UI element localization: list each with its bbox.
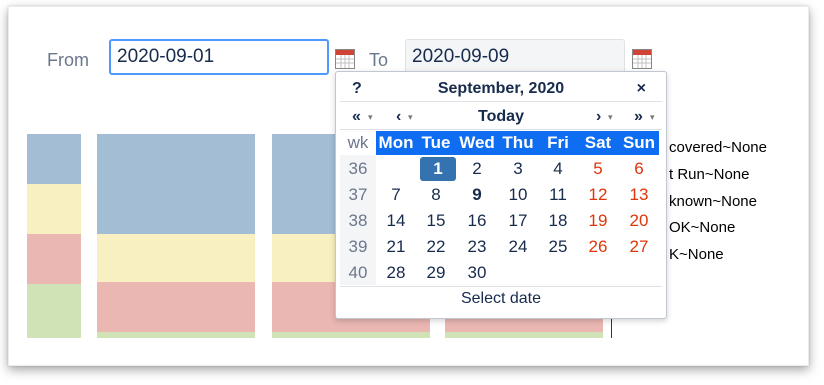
legend-item: known~None	[669, 193, 757, 210]
legend-item: t Run~None	[669, 166, 750, 183]
weekday-header: Tue	[421, 133, 451, 152]
legend-item: K~None	[669, 246, 724, 263]
calendar-popup: ? September, 2020 × « ▾ ‹ ▾ Today › ▾ » …	[335, 71, 667, 319]
day-cell-weekend[interactable]: 12	[578, 182, 618, 208]
day-cell[interactable]: 18	[538, 208, 578, 234]
day-cell-weekend[interactable]: 13	[619, 182, 659, 208]
calendar-nav-row: « ▾ ‹ ▾ Today › ▾ » ▾	[336, 106, 666, 128]
day-cell-highlighted[interactable]: 9	[457, 182, 497, 208]
day-cell[interactable]: 21	[376, 234, 416, 260]
weekday-header: Fri	[547, 133, 569, 152]
legend-item: OK~None	[669, 219, 736, 236]
day-cell[interactable]: 8	[416, 182, 456, 208]
day-cell-selected[interactable]: 1	[420, 157, 456, 181]
calendar-month-title: September, 2020	[437, 80, 565, 97]
bar-segment-blue	[27, 134, 81, 184]
to-label: To	[369, 50, 389, 70]
chart-bar	[27, 134, 81, 338]
bar-segment-green	[97, 332, 255, 338]
bar-segment-green	[272, 332, 430, 338]
calendar-icon[interactable]	[335, 49, 355, 69]
day-cell[interactable]: 28	[376, 260, 416, 286]
day-cell-weekend[interactable]: 19	[578, 208, 618, 234]
day-cell[interactable]: 30	[457, 260, 497, 286]
from-date-input[interactable]: 2020-09-01	[109, 39, 329, 75]
weekday-header: Sun	[622, 133, 656, 152]
day-cell-weekend[interactable]: 20	[619, 208, 659, 234]
legend-item: covered~None	[669, 139, 767, 156]
day-cell[interactable]: 3	[498, 156, 538, 182]
chevron-down-icon: ▾	[650, 112, 655, 122]
chevron-down-icon: ▾	[608, 112, 613, 122]
week-number: 39	[348, 237, 368, 256]
next-month-button[interactable]: ›	[596, 108, 601, 126]
day-cell[interactable]: 16	[457, 208, 497, 234]
week-number: 38	[348, 211, 368, 230]
week-number: 40	[348, 263, 368, 282]
select-date-status: Select date	[460, 290, 542, 307]
day-cell[interactable]: 23	[457, 234, 497, 260]
divider	[340, 129, 662, 130]
day-cell-weekend[interactable]: 26	[578, 234, 618, 260]
day-cell[interactable]: 2	[457, 156, 497, 182]
chart-bar	[97, 134, 255, 338]
next-year-button[interactable]: »	[634, 108, 643, 126]
day-cell[interactable]: 22	[416, 234, 456, 260]
divider	[340, 101, 662, 102]
bar-segment-red	[97, 282, 255, 332]
day-cell[interactable]: 7	[376, 182, 416, 208]
day-cell[interactable]: 11	[538, 182, 578, 208]
bar-segment-yellow	[97, 234, 255, 282]
from-label: From	[47, 50, 89, 70]
divider	[340, 286, 662, 287]
day-cell[interactable]: 24	[498, 234, 538, 260]
day-cell[interactable]: 15	[416, 208, 456, 234]
day-cell-weekend[interactable]: 27	[619, 234, 659, 260]
weekday-header-row: Mon Tue Wed Thu Fri Sat Sun	[376, 131, 659, 155]
day-cell-weekend[interactable]: 5	[578, 156, 618, 182]
day-cell[interactable]: 17	[498, 208, 538, 234]
day-cell[interactable]: 29	[416, 260, 456, 286]
bar-segment-green	[445, 332, 603, 338]
today-button[interactable]: Today	[336, 108, 666, 126]
bar-segment-red	[27, 234, 81, 284]
weekday-header: Sat	[584, 133, 612, 152]
day-cell[interactable]: 25	[538, 234, 578, 260]
weekday-header: Thu	[502, 133, 534, 152]
bar-segment-green	[27, 284, 81, 338]
calendar-icon[interactable]	[632, 49, 652, 69]
day-cell[interactable]: 4	[538, 156, 578, 182]
day-cell[interactable]: 10	[498, 182, 538, 208]
to-date-input[interactable]: 2020-09-09	[405, 39, 625, 75]
day-cell-weekend[interactable]: 6	[619, 156, 659, 182]
weekday-header: Wed	[459, 133, 495, 152]
week-number: 36	[348, 159, 368, 178]
calendar-title-row: ? September, 2020 ×	[336, 78, 666, 100]
close-button[interactable]: ×	[637, 80, 646, 98]
day-cell[interactable]: 14	[376, 208, 416, 234]
week-number: 37	[348, 185, 368, 204]
weekday-header: Mon	[378, 133, 414, 152]
week-number-header: wk	[347, 133, 369, 152]
bar-segment-blue	[97, 134, 255, 234]
bar-segment-yellow	[27, 184, 81, 234]
